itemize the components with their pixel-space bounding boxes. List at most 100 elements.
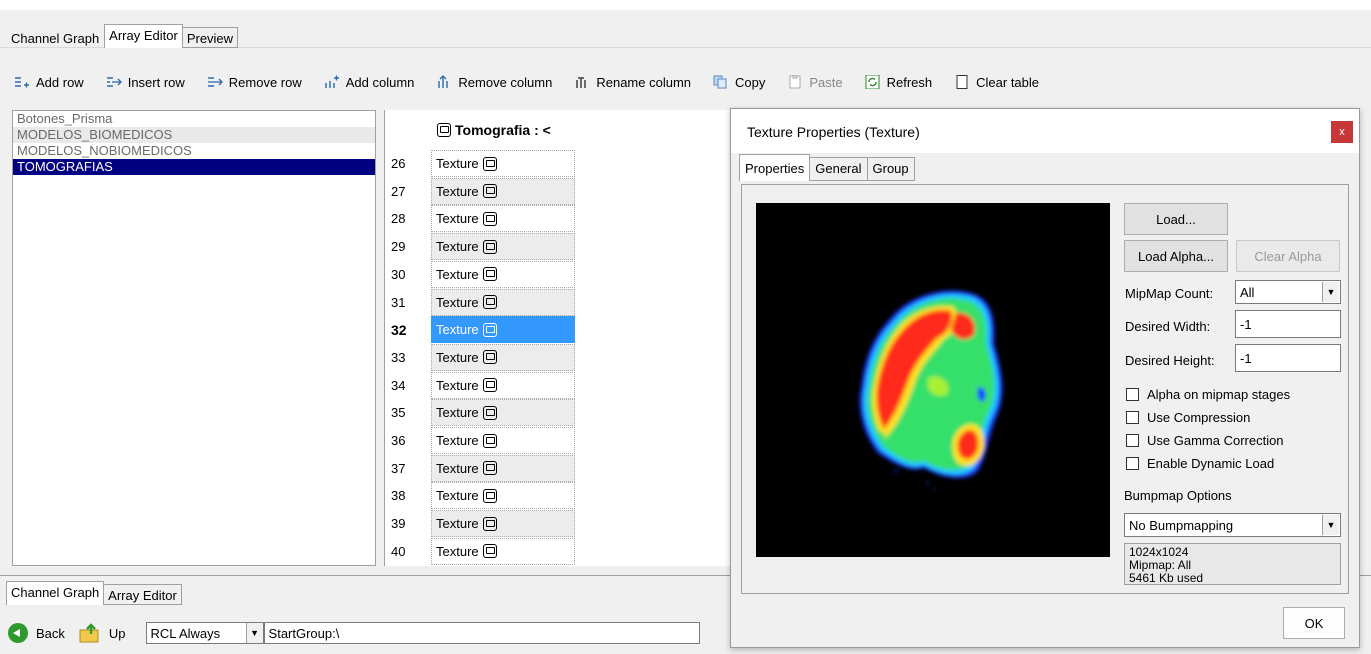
remove-row-button[interactable]: Remove row: [207, 75, 302, 90]
texture-icon[interactable]: [482, 405, 497, 420]
paste-button[interactable]: Paste: [787, 75, 843, 90]
texture-icon[interactable]: [482, 378, 497, 393]
texture-cell[interactable]: Texture: [431, 260, 575, 288]
table-row: 27 Texture: [385, 177, 737, 205]
checkbox-box[interactable]: [1126, 411, 1139, 424]
texture-cell[interactable]: Texture: [431, 454, 575, 482]
checkbox-box[interactable]: [1126, 388, 1139, 401]
texture-icon: [437, 123, 451, 137]
mipmap-count-select[interactable]: All ▼: [1235, 280, 1341, 304]
texture-cell[interactable]: Texture: [431, 177, 575, 205]
row-number: 29: [391, 239, 406, 255]
cell-value: Texture: [436, 156, 479, 171]
tab-group[interactable]: Group: [867, 157, 915, 181]
texture-icon[interactable]: [482, 516, 497, 531]
texture-cell[interactable]: Texture: [431, 288, 575, 316]
gamma-correction-checkbox[interactable]: Use Gamma Correction: [1126, 433, 1284, 448]
texture-icon[interactable]: [482, 461, 497, 476]
texture-icon[interactable]: [482, 211, 497, 226]
mode-select[interactable]: RCL Always ▼: [145, 622, 264, 644]
remove-row-icon: [207, 77, 223, 87]
texture-cell[interactable]: Texture: [431, 343, 575, 371]
tab-array-editor-bottom[interactable]: Array Editor: [104, 584, 182, 605]
texture-cell[interactable]: Texture: [431, 233, 575, 261]
texture-cell[interactable]: Texture: [431, 150, 575, 177]
insert-row-label: Insert row: [127, 74, 185, 90]
desired-width-input[interactable]: -1: [1235, 310, 1341, 338]
texture-cell[interactable]: Texture: [431, 537, 575, 565]
texture-cell[interactable]: Texture: [431, 482, 575, 510]
checkbox-box[interactable]: [1126, 434, 1139, 447]
cell-value: Texture: [436, 322, 479, 338]
column-header[interactable]: Tomografia : <: [437, 122, 551, 138]
texture-icon[interactable]: [482, 156, 497, 171]
cell-value: Texture: [436, 183, 479, 199]
remove-column-button[interactable]: Remove column: [436, 75, 552, 90]
texture-icon[interactable]: [482, 488, 497, 503]
copy-icon: [713, 75, 727, 89]
up-folder-icon[interactable]: [79, 622, 101, 644]
row-number: 31: [391, 294, 406, 310]
list-item[interactable]: MODELOS_NOBIOMEDICOS: [13, 143, 375, 159]
texture-cell[interactable]: Texture: [431, 371, 575, 399]
back-label[interactable]: Back: [36, 626, 65, 641]
table-row: 33 Texture: [385, 343, 737, 371]
add-row-button[interactable]: Add row: [14, 75, 84, 90]
table-row: 30 Texture: [385, 260, 737, 288]
desired-height-input[interactable]: -1: [1235, 344, 1341, 372]
list-item-selected[interactable]: TOMOGRAFIAS: [13, 159, 375, 175]
tab-general[interactable]: General: [810, 157, 868, 181]
table-row: 37 Texture: [385, 454, 737, 482]
brain-scan-image: [859, 290, 1003, 490]
texture-cell[interactable]: Texture: [431, 205, 575, 233]
checkbox-label: Alpha on mipmap stages: [1147, 387, 1291, 402]
use-compression-checkbox[interactable]: Use Compression: [1126, 410, 1250, 425]
refresh-button[interactable]: Refresh: [865, 75, 932, 90]
texture-icon[interactable]: [482, 267, 497, 282]
texture-icon[interactable]: [482, 350, 497, 365]
tab-channel-graph[interactable]: Channel Graph: [6, 27, 104, 48]
texture-cell[interactable]: Texture: [431, 427, 575, 454]
path-field[interactable]: StartGroup:\: [263, 622, 700, 644]
tab-array-editor[interactable]: Array Editor: [104, 24, 183, 48]
back-arrow-icon[interactable]: [8, 623, 28, 643]
load-button[interactable]: Load...: [1124, 203, 1228, 235]
cell-value: Texture: [436, 516, 479, 532]
bumpmap-options-label: Bumpmap Options: [1124, 488, 1232, 503]
add-column-button[interactable]: Add column: [324, 74, 415, 90]
texture-icon[interactable]: [482, 322, 497, 337]
load-alpha-button[interactable]: Load Alpha...: [1124, 240, 1228, 272]
add-column-label: Add column: [345, 74, 415, 90]
copy-button[interactable]: Copy: [713, 75, 765, 90]
dynamic-load-checkbox[interactable]: Enable Dynamic Load: [1126, 456, 1274, 471]
tab-properties[interactable]: Properties: [739, 154, 811, 181]
texture-preview: [756, 203, 1110, 557]
texture-icon[interactable]: [482, 433, 497, 448]
rename-column-button[interactable]: Rename column: [574, 75, 691, 90]
texture-cell[interactable]: Texture: [431, 510, 575, 538]
array-grid: Tomografia : < 26 Texture 27 Texture 28 Tex…: [384, 110, 737, 566]
insert-row-button[interactable]: Insert row: [106, 75, 185, 90]
list-item[interactable]: MODELOS_BIOMEDICOS: [13, 127, 375, 143]
alpha-mipmap-checkbox[interactable]: Alpha on mipmap stages: [1126, 387, 1290, 402]
texture-icon[interactable]: [482, 239, 497, 254]
rename-column-icon: [576, 77, 587, 88]
row-number: 39: [391, 516, 406, 532]
row-number: 26: [391, 156, 406, 171]
checkbox-box[interactable]: [1126, 457, 1139, 470]
up-label[interactable]: Up: [109, 626, 126, 641]
tab-preview[interactable]: Preview: [182, 27, 239, 48]
texture-icon[interactable]: [482, 184, 497, 199]
clear-table-button[interactable]: Clear table: [954, 75, 1039, 90]
close-button[interactable]: x: [1331, 121, 1353, 143]
texture-icon[interactable]: [482, 295, 497, 309]
texture-icon[interactable]: [482, 544, 497, 559]
list-item[interactable]: Botones_Prisma: [13, 111, 375, 127]
tab-channel-graph-bottom[interactable]: Channel Graph: [6, 581, 105, 605]
ok-button[interactable]: OK: [1283, 607, 1345, 639]
column-header-label: Tomografia : <: [455, 122, 551, 138]
bumpmap-select[interactable]: No Bumpmapping ▼: [1124, 513, 1341, 537]
texture-cell-selected[interactable]: Texture: [431, 316, 575, 344]
texture-cell[interactable]: Texture: [431, 399, 575, 427]
clear-alpha-button[interactable]: Clear Alpha: [1236, 240, 1340, 272]
